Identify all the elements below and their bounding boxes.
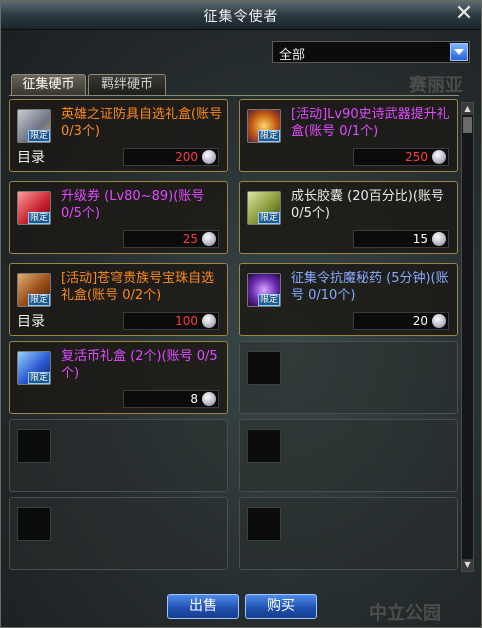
weapon-box-icon: 限定 — [247, 109, 281, 143]
empty-cell — [239, 341, 458, 414]
limited-badge: 限定 — [28, 294, 50, 306]
empty-cell — [9, 419, 228, 492]
item-cell[interactable]: 限定 复活币礼盒 (2个)(账号 0/5个) 8 — [9, 341, 228, 414]
orb-box-icon: 限定 — [17, 273, 51, 307]
limited-badge: 限定 — [258, 212, 280, 224]
empty-slot — [17, 507, 51, 541]
coin-icon — [432, 232, 446, 246]
price-box: 200 — [123, 148, 219, 166]
item-price: 200 — [175, 150, 198, 164]
price-box: 100 — [123, 312, 219, 330]
background-text-npc: 赛丽亚 — [409, 75, 463, 96]
empty-slot — [247, 429, 281, 463]
item-cell[interactable]: 限定 成长胶囊 (20百分比)(账号 0/5个) 15 — [239, 181, 458, 254]
title-bar[interactable]: 征集令使者 ✕ — [1, 1, 481, 30]
empty-slot — [17, 429, 51, 463]
window: 征集令使者 ✕ 赛丽亚 中立公园 全部 征集硬币 羁绊硬币 限定 英雄之证防具自… — [0, 0, 482, 628]
item-price: 25 — [182, 232, 198, 246]
coin-icon — [202, 392, 216, 406]
item-price: 20 — [412, 314, 428, 328]
empty-slot — [247, 507, 281, 541]
item-grid: 限定 英雄之证防具自选礼盒(账号 0/3个) 目录 200 限定 [活动]Lv9… — [9, 99, 459, 570]
buy-button[interactable]: 购买 — [245, 594, 317, 619]
price-box: 8 — [123, 390, 219, 408]
item-price: 8 — [190, 392, 198, 406]
price-box: 250 — [353, 148, 449, 166]
limited-badge: 限定 — [28, 130, 50, 142]
item-price: 250 — [405, 150, 428, 164]
tab-divider — [9, 95, 459, 96]
item-cell[interactable]: 限定 升级券 (Lv80~89)(账号 0/5个) 25 — [9, 181, 228, 254]
item-cell[interactable]: 限定 征集令抗魔秘药 (5分钟)(账号 0/10个) 20 — [239, 263, 458, 336]
price-box: 20 — [353, 312, 449, 330]
item-price: 100 — [175, 314, 198, 328]
limited-badge: 限定 — [258, 130, 280, 142]
window-title: 征集令使者 — [203, 9, 279, 25]
item-cell[interactable]: 限定 [活动]苍穹贵族号宝珠自选礼盒(账号 0/2个) 目录 100 — [9, 263, 228, 336]
background-text-park: 中立公园 — [369, 603, 441, 624]
price-box: 15 — [353, 230, 449, 248]
item-name: [活动]Lv90史诗武器提升礼盒(账号 0/1个) — [291, 107, 450, 139]
coin-icon — [432, 314, 446, 328]
catalog-label[interactable]: 目录 — [17, 147, 45, 167]
coin-icon — [432, 150, 446, 164]
armor-box-icon: 限定 — [17, 109, 51, 143]
empty-slot — [247, 351, 281, 385]
scroll-up-icon[interactable]: ▲ — [462, 103, 473, 115]
limited-badge: 限定 — [28, 372, 50, 384]
sell-button[interactable]: 出售 — [167, 594, 239, 619]
chevron-down-icon[interactable] — [450, 43, 468, 61]
item-name: [活动]苍穹贵族号宝珠自选礼盒(账号 0/2个) — [61, 271, 215, 303]
coin-icon — [202, 150, 216, 164]
item-cell[interactable]: 限定 英雄之证防具自选礼盒(账号 0/3个) 目录 200 — [9, 99, 228, 172]
catalog-label[interactable]: 目录 — [17, 311, 45, 331]
item-cell[interactable]: 限定 [活动]Lv90史诗武器提升礼盒(账号 0/1个) 250 — [239, 99, 458, 172]
scrollbar[interactable]: ▲ ▼ — [461, 102, 474, 572]
capsule-icon: 限定 — [247, 191, 281, 225]
tab-recruit-coin[interactable]: 征集硬币 — [11, 74, 86, 95]
tab-bond-coin[interactable]: 羁绊硬币 — [88, 74, 166, 95]
level-ticket-icon: 限定 — [17, 191, 51, 225]
potion-icon: 限定 — [247, 273, 281, 307]
item-name: 成长胶囊 (20百分比)(账号 0/5个) — [291, 189, 444, 221]
category-dropdown[interactable]: 全部 — [272, 41, 470, 63]
coin-icon — [202, 314, 216, 328]
item-name: 复活币礼盒 (2个)(账号 0/5个) — [61, 349, 218, 381]
close-icon[interactable]: ✕ — [453, 3, 475, 25]
empty-cell — [239, 419, 458, 492]
category-dropdown-value: 全部 — [279, 48, 306, 63]
empty-cell — [9, 497, 228, 570]
scroll-down-icon[interactable]: ▼ — [462, 559, 473, 571]
coin-icon — [202, 232, 216, 246]
scroll-thumb[interactable] — [463, 117, 472, 133]
item-price: 15 — [412, 232, 428, 246]
revive-coin-box-icon: 限定 — [17, 351, 51, 385]
item-name: 升级券 (Lv80~89)(账号 0/5个) — [61, 189, 205, 221]
item-name: 英雄之证防具自选礼盒(账号 0/3个) — [61, 107, 223, 139]
item-name: 征集令抗魔秘药 (5分钟)(账号 0/10个) — [291, 271, 449, 303]
limited-badge: 限定 — [28, 212, 50, 224]
limited-badge: 限定 — [258, 294, 280, 306]
empty-cell — [239, 497, 458, 570]
price-box: 25 — [123, 230, 219, 248]
